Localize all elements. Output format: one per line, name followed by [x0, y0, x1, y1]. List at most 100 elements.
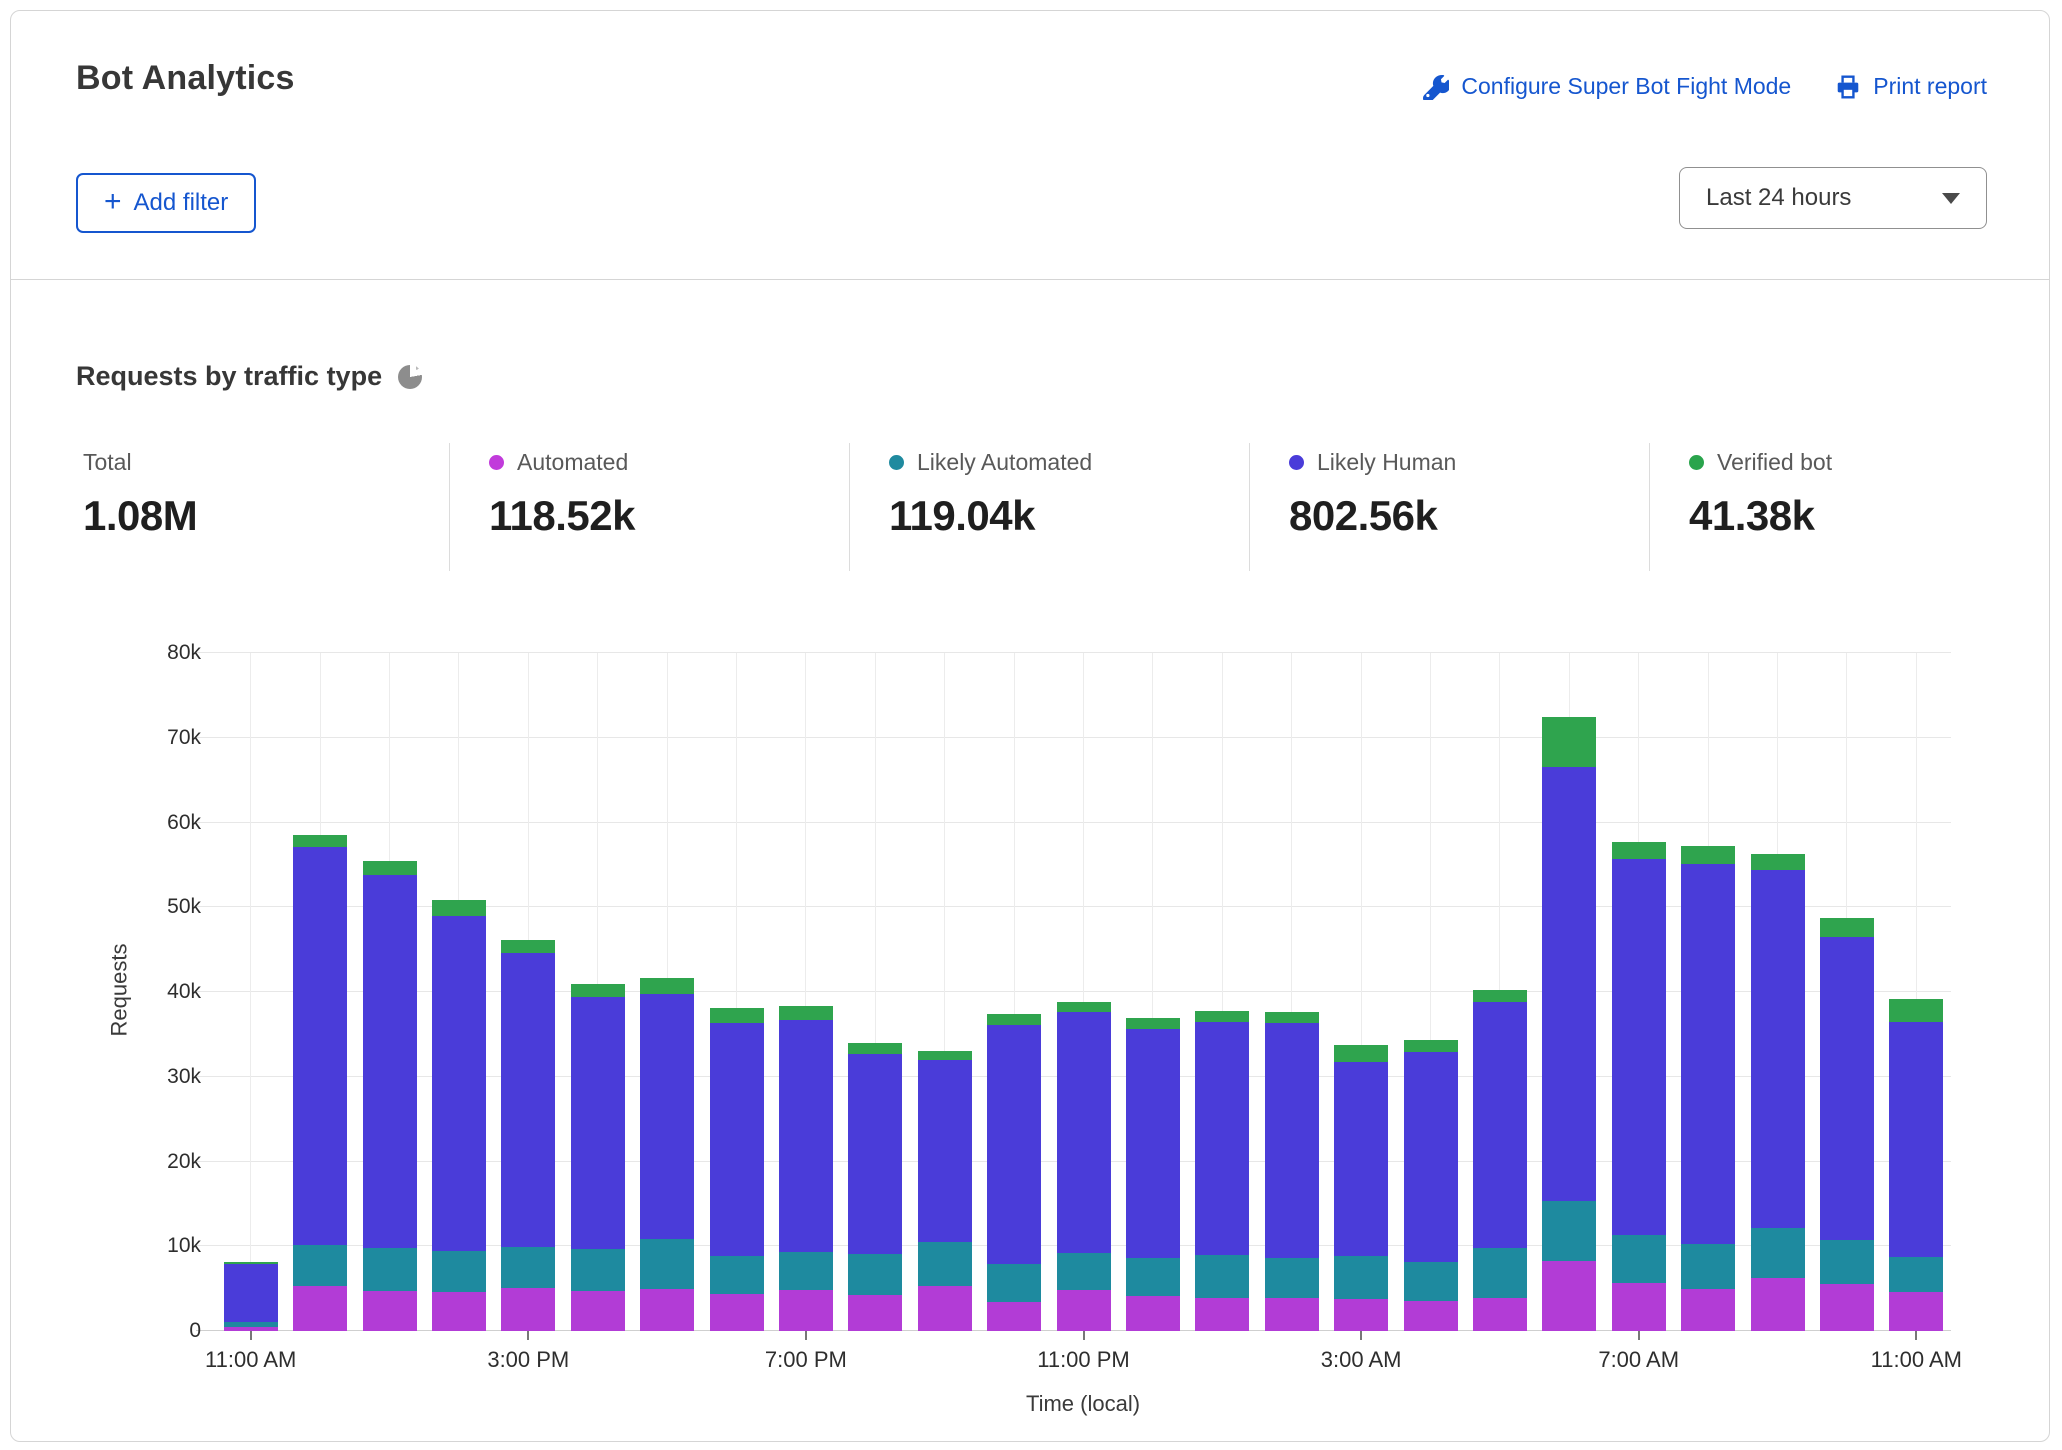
- bar-segment-automated[interactable]: [501, 1287, 556, 1331]
- bar-segment-verified-bot[interactable]: [362, 860, 417, 876]
- bar-segment-likely-human[interactable]: [1542, 767, 1597, 1202]
- bar-segment-likely-human[interactable]: [1681, 864, 1736, 1244]
- bar-segment-likely-automated[interactable]: [848, 1253, 903, 1295]
- bar-segment-automated[interactable]: [848, 1294, 903, 1331]
- bar-segment-automated[interactable]: [1264, 1297, 1319, 1331]
- bar-segment-verified-bot[interactable]: [501, 940, 556, 954]
- bar-segment-automated[interactable]: [917, 1285, 972, 1331]
- bar-segment-likely-human[interactable]: [987, 1025, 1042, 1265]
- bar-segment-likely-automated[interactable]: [431, 1251, 486, 1293]
- bar-segment-verified-bot[interactable]: [1472, 990, 1527, 1003]
- bar-segment-likely-automated[interactable]: [1542, 1201, 1597, 1261]
- bar-segment-automated[interactable]: [570, 1291, 625, 1331]
- bar-segment-automated[interactable]: [1889, 1292, 1944, 1331]
- bar-segment-likely-automated[interactable]: [1889, 1257, 1944, 1293]
- bar-segment-verified-bot[interactable]: [1542, 717, 1597, 768]
- bar-segment-likely-automated[interactable]: [1403, 1262, 1458, 1301]
- bar-segment-automated[interactable]: [778, 1290, 833, 1331]
- bar-segment-likely-human[interactable]: [570, 997, 625, 1249]
- bar-segment-verified-bot[interactable]: [1403, 1039, 1458, 1053]
- bar-segment-likely-human[interactable]: [709, 1022, 764, 1256]
- bar-segment-verified-bot[interactable]: [1195, 1010, 1250, 1022]
- bar-segment-likely-automated[interactable]: [1472, 1247, 1527, 1299]
- bar-segment-likely-automated[interactable]: [293, 1245, 348, 1287]
- bar-segment-likely-automated[interactable]: [778, 1252, 833, 1291]
- bar-segment-verified-bot[interactable]: [570, 983, 625, 998]
- bar-segment-automated[interactable]: [1125, 1296, 1180, 1331]
- bar-segment-automated[interactable]: [1056, 1289, 1111, 1331]
- add-filter-button[interactable]: + Add filter: [76, 173, 257, 233]
- time-range-select[interactable]: Last 24 hours: [1679, 167, 1987, 229]
- bar-segment-likely-human[interactable]: [778, 1020, 833, 1253]
- bar-segment-likely-automated[interactable]: [1819, 1240, 1874, 1284]
- bar-segment-verified-bot[interactable]: [1889, 998, 1944, 1022]
- bar-segment-automated[interactable]: [1611, 1282, 1666, 1331]
- bar-segment-likely-human[interactable]: [501, 953, 556, 1248]
- bar-segment-verified-bot[interactable]: [917, 1050, 972, 1060]
- bar-segment-likely-automated[interactable]: [1264, 1258, 1319, 1298]
- bar-segment-likely-human[interactable]: [223, 1264, 278, 1322]
- bar-segment-likely-human[interactable]: [1264, 1023, 1319, 1259]
- bar-segment-automated[interactable]: [1681, 1288, 1736, 1331]
- bar-segment-likely-automated[interactable]: [570, 1248, 625, 1292]
- bar-segment-likely-human[interactable]: [362, 875, 417, 1248]
- bar-segment-verified-bot[interactable]: [1750, 853, 1805, 870]
- bar-segment-automated[interactable]: [1472, 1298, 1527, 1331]
- bar-segment-automated[interactable]: [987, 1301, 1042, 1331]
- bar-segment-likely-automated[interactable]: [1611, 1235, 1666, 1283]
- bar-segment-verified-bot[interactable]: [293, 835, 348, 848]
- bar-segment-likely-human[interactable]: [1334, 1061, 1389, 1256]
- configure-super-bot-fight-mode-link[interactable]: Configure Super Bot Fight Mode: [1423, 73, 1791, 100]
- bar-segment-automated[interactable]: [1403, 1300, 1458, 1331]
- bar-segment-verified-bot[interactable]: [640, 978, 695, 994]
- bar-segment-automated[interactable]: [709, 1293, 764, 1331]
- bar-segment-verified-bot[interactable]: [1264, 1012, 1319, 1024]
- bar-segment-likely-human[interactable]: [1195, 1021, 1250, 1255]
- bar-segment-likely-human[interactable]: [1611, 858, 1666, 1236]
- bar-segment-verified-bot[interactable]: [987, 1014, 1042, 1026]
- bar-segment-likely-human[interactable]: [848, 1053, 903, 1254]
- bar-segment-likely-automated[interactable]: [1334, 1255, 1389, 1299]
- bar-segment-automated[interactable]: [1819, 1283, 1874, 1331]
- bar-segment-likely-human[interactable]: [1889, 1021, 1944, 1258]
- bar-segment-automated[interactable]: [293, 1286, 348, 1331]
- bar-segment-automated[interactable]: [431, 1292, 486, 1331]
- bar-segment-automated[interactable]: [1542, 1260, 1597, 1331]
- bar-segment-verified-bot[interactable]: [709, 1008, 764, 1023]
- bar-segment-likely-automated[interactable]: [362, 1247, 417, 1292]
- bar-segment-likely-automated[interactable]: [501, 1247, 556, 1288]
- bar-segment-verified-bot[interactable]: [1056, 1002, 1111, 1013]
- bar-segment-likely-human[interactable]: [1750, 869, 1805, 1228]
- bar-segment-likely-automated[interactable]: [1125, 1257, 1180, 1297]
- bar-segment-likely-automated[interactable]: [1056, 1252, 1111, 1290]
- bar-segment-likely-human[interactable]: [1472, 1002, 1527, 1248]
- bar-segment-verified-bot[interactable]: [778, 1005, 833, 1020]
- bar-segment-likely-human[interactable]: [640, 993, 695, 1239]
- bar-segment-likely-automated[interactable]: [1750, 1227, 1805, 1279]
- bar-segment-verified-bot[interactable]: [1819, 918, 1874, 937]
- bar-segment-verified-bot[interactable]: [431, 900, 486, 916]
- bar-segment-likely-automated[interactable]: [1681, 1243, 1736, 1289]
- bar-segment-verified-bot[interactable]: [1681, 846, 1736, 865]
- bar-segment-likely-human[interactable]: [1125, 1029, 1180, 1258]
- bar-segment-verified-bot[interactable]: [848, 1042, 903, 1054]
- bar-segment-likely-automated[interactable]: [1195, 1254, 1250, 1298]
- bar-segment-automated[interactable]: [640, 1289, 695, 1331]
- bar-segment-verified-bot[interactable]: [1125, 1018, 1180, 1030]
- bar-segment-automated[interactable]: [362, 1291, 417, 1331]
- bar-segment-likely-human[interactable]: [1403, 1052, 1458, 1263]
- bar-segment-likely-automated[interactable]: [917, 1242, 972, 1286]
- bar-segment-likely-human[interactable]: [293, 847, 348, 1246]
- bar-segment-likely-automated[interactable]: [709, 1255, 764, 1294]
- bar-segment-verified-bot[interactable]: [1611, 842, 1666, 859]
- bar-segment-automated[interactable]: [1195, 1297, 1250, 1331]
- bar-segment-verified-bot[interactable]: [1334, 1045, 1389, 1062]
- bar-segment-likely-human[interactable]: [1819, 936, 1874, 1241]
- print-report-link[interactable]: Print report: [1835, 73, 1987, 100]
- bar-segment-automated[interactable]: [1334, 1298, 1389, 1331]
- bar-segment-automated[interactable]: [223, 1326, 278, 1331]
- bar-segment-likely-human[interactable]: [431, 915, 486, 1252]
- bar-segment-likely-human[interactable]: [1056, 1012, 1111, 1253]
- bar-segment-likely-automated[interactable]: [987, 1264, 1042, 1302]
- bar-segment-likely-automated[interactable]: [640, 1238, 695, 1290]
